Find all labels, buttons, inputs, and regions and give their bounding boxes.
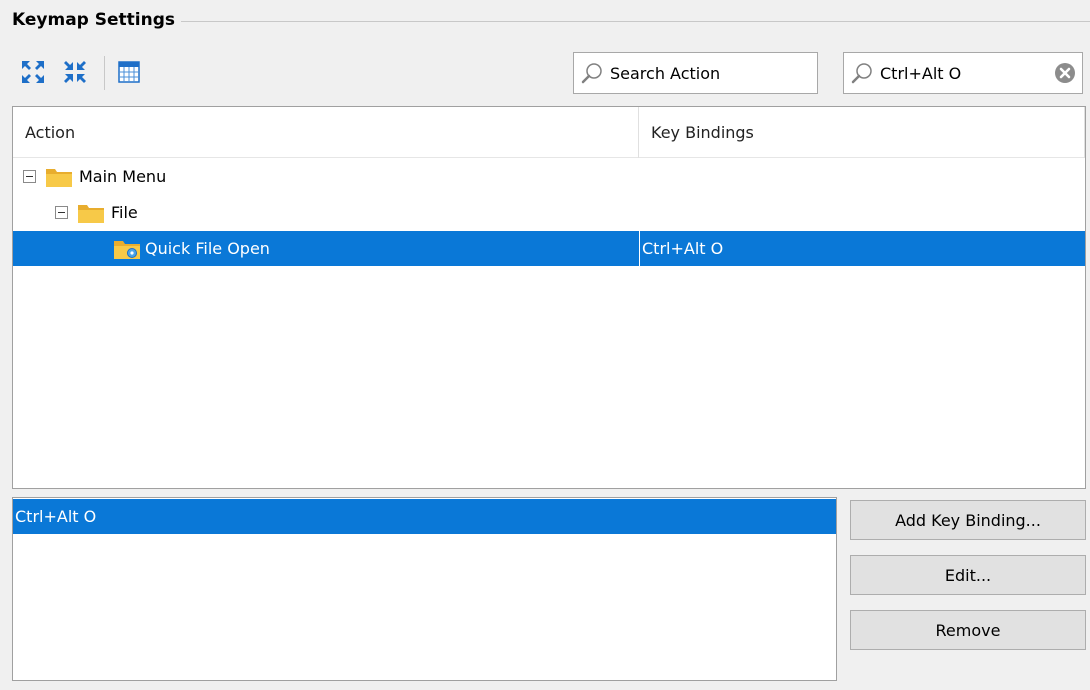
collapse-all-icon [64,61,86,83]
folder-icon [46,168,72,187]
clear-icon [1055,63,1075,83]
folder-icon [78,204,104,223]
tree-row-label: Quick File Open [145,239,270,258]
key-bindings-list[interactable]: Ctrl+Alt O [12,497,837,681]
toolbar-separator [104,56,105,90]
tree-row-binding: Ctrl+Alt O [639,231,1085,266]
search-keys-input[interactable] [880,54,1048,92]
panel-title: Keymap Settings [12,10,176,30]
expand-all-icon [22,61,44,83]
collapse-toggle[interactable] [55,206,68,219]
collapse-toggle[interactable] [23,170,36,183]
action-tree-table[interactable]: Action Key Bindings Main Menu File Quick… [12,106,1086,489]
tree-header: Action Key Bindings [13,107,1085,158]
column-header-action[interactable]: Action [13,107,639,158]
tree-row-main-menu[interactable]: Main Menu [13,159,1085,194]
clear-search-button[interactable] [1048,53,1082,93]
tree-row-binding [639,159,1085,194]
remove-button[interactable]: Remove [850,610,1086,650]
collapse-all-button[interactable] [62,58,88,86]
tree-row-label: File [111,203,138,222]
edit-button[interactable]: Edit... [850,555,1086,595]
tree-row-label: Main Menu [79,167,167,186]
section-header: Keymap Settings [12,8,1090,32]
expand-all-button[interactable] [20,58,46,86]
search-action-box[interactable] [573,52,818,94]
add-key-binding-button[interactable]: Add Key Binding... [850,500,1086,540]
tree-row-binding [639,195,1085,230]
search-keys-box[interactable] [843,52,1083,94]
table-icon [118,61,140,83]
search-icon [844,53,880,93]
key-binding-item[interactable]: Ctrl+Alt O [13,499,836,534]
action-folder-gear-icon [114,240,140,259]
table-view-button[interactable] [116,58,142,86]
column-header-key-bindings[interactable]: Key Bindings [639,107,1085,158]
search-icon [574,53,610,93]
tree-row-quick-file-open[interactable]: Quick File Open Ctrl+Alt O [13,231,1085,266]
tree-row-file[interactable]: File [13,195,1085,230]
search-action-input[interactable] [610,54,817,92]
section-divider [181,20,1090,22]
